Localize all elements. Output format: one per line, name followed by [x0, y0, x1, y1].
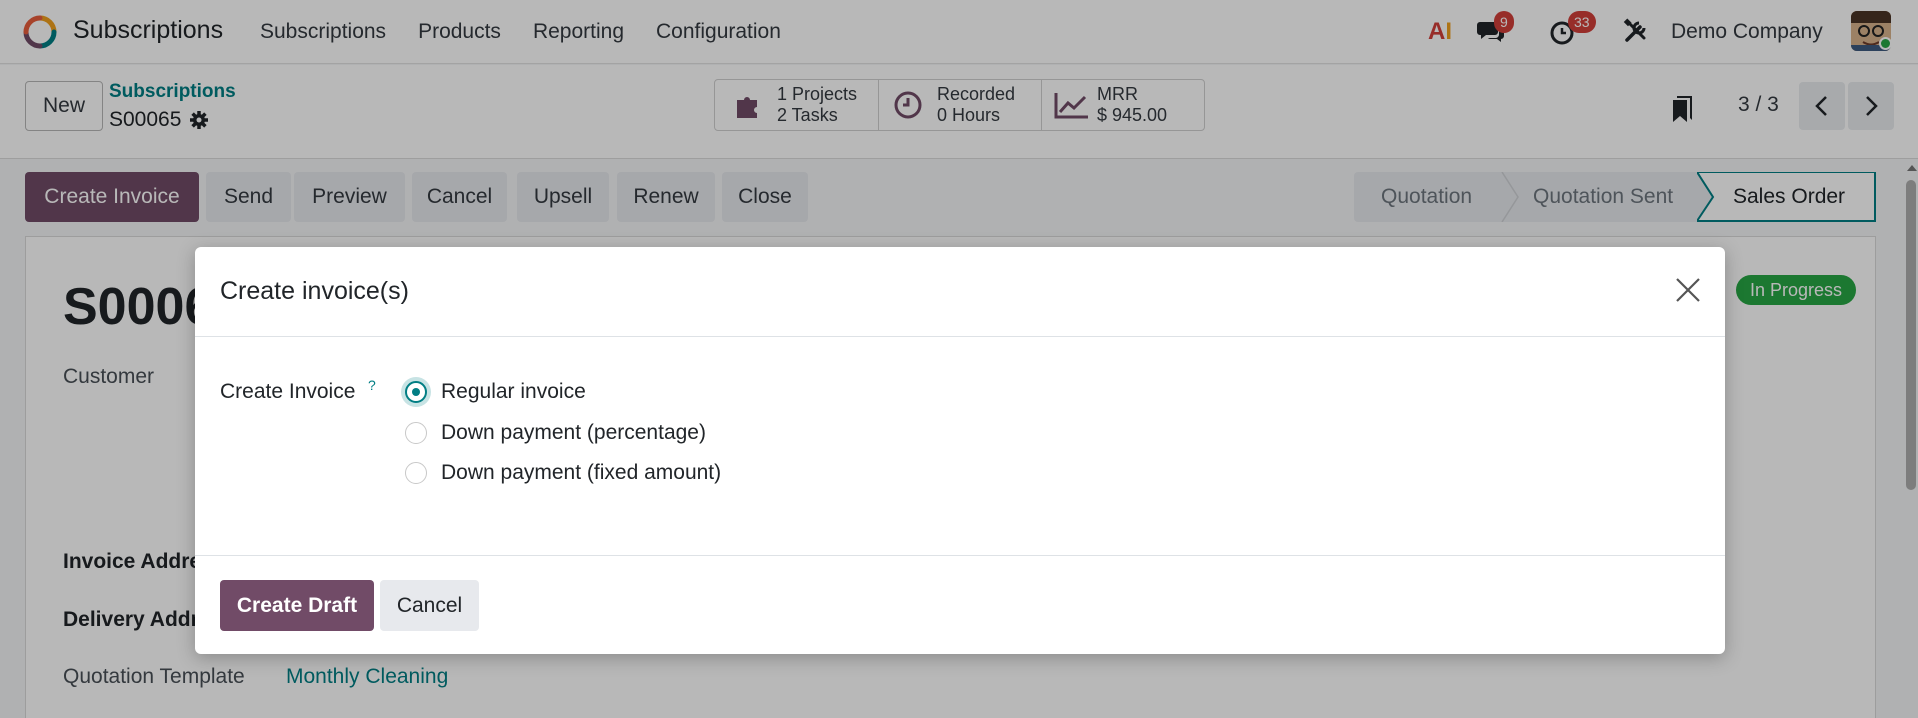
dialog-header: Create invoice(s) — [195, 247, 1725, 337]
dialog-title: Create invoice(s) — [220, 277, 409, 305]
radio-button-icon[interactable] — [405, 422, 427, 444]
radio-regular-invoice-label[interactable]: Regular invoice — [441, 380, 586, 404]
radio-down-payment-percentage-label[interactable]: Down payment (percentage) — [441, 421, 706, 445]
create-invoice-field-label: Create Invoice — [220, 380, 356, 403]
create-draft-button[interactable]: Create Draft — [220, 580, 374, 631]
help-tooltip-icon[interactable]: ? — [368, 377, 376, 393]
radio-down-payment-fixed-label[interactable]: Down payment (fixed amount) — [441, 461, 721, 485]
radio-button-icon[interactable] — [405, 462, 427, 484]
create-invoice-dialog: Create invoice(s) Create Invoice ? Regul… — [195, 247, 1725, 654]
radio-regular-invoice[interactable]: Regular invoice — [405, 377, 586, 407]
page-scrollbar[interactable] — [1906, 180, 1916, 490]
dialog-cancel-button[interactable]: Cancel — [380, 580, 479, 631]
close-icon[interactable] — [1673, 275, 1703, 305]
radio-button-checked-icon[interactable] — [405, 381, 427, 403]
scroll-up-arrow-icon[interactable] — [1906, 163, 1918, 173]
radio-down-payment-percentage[interactable]: Down payment (percentage) — [405, 418, 706, 448]
radio-down-payment-fixed[interactable]: Down payment (fixed amount) — [405, 458, 721, 488]
